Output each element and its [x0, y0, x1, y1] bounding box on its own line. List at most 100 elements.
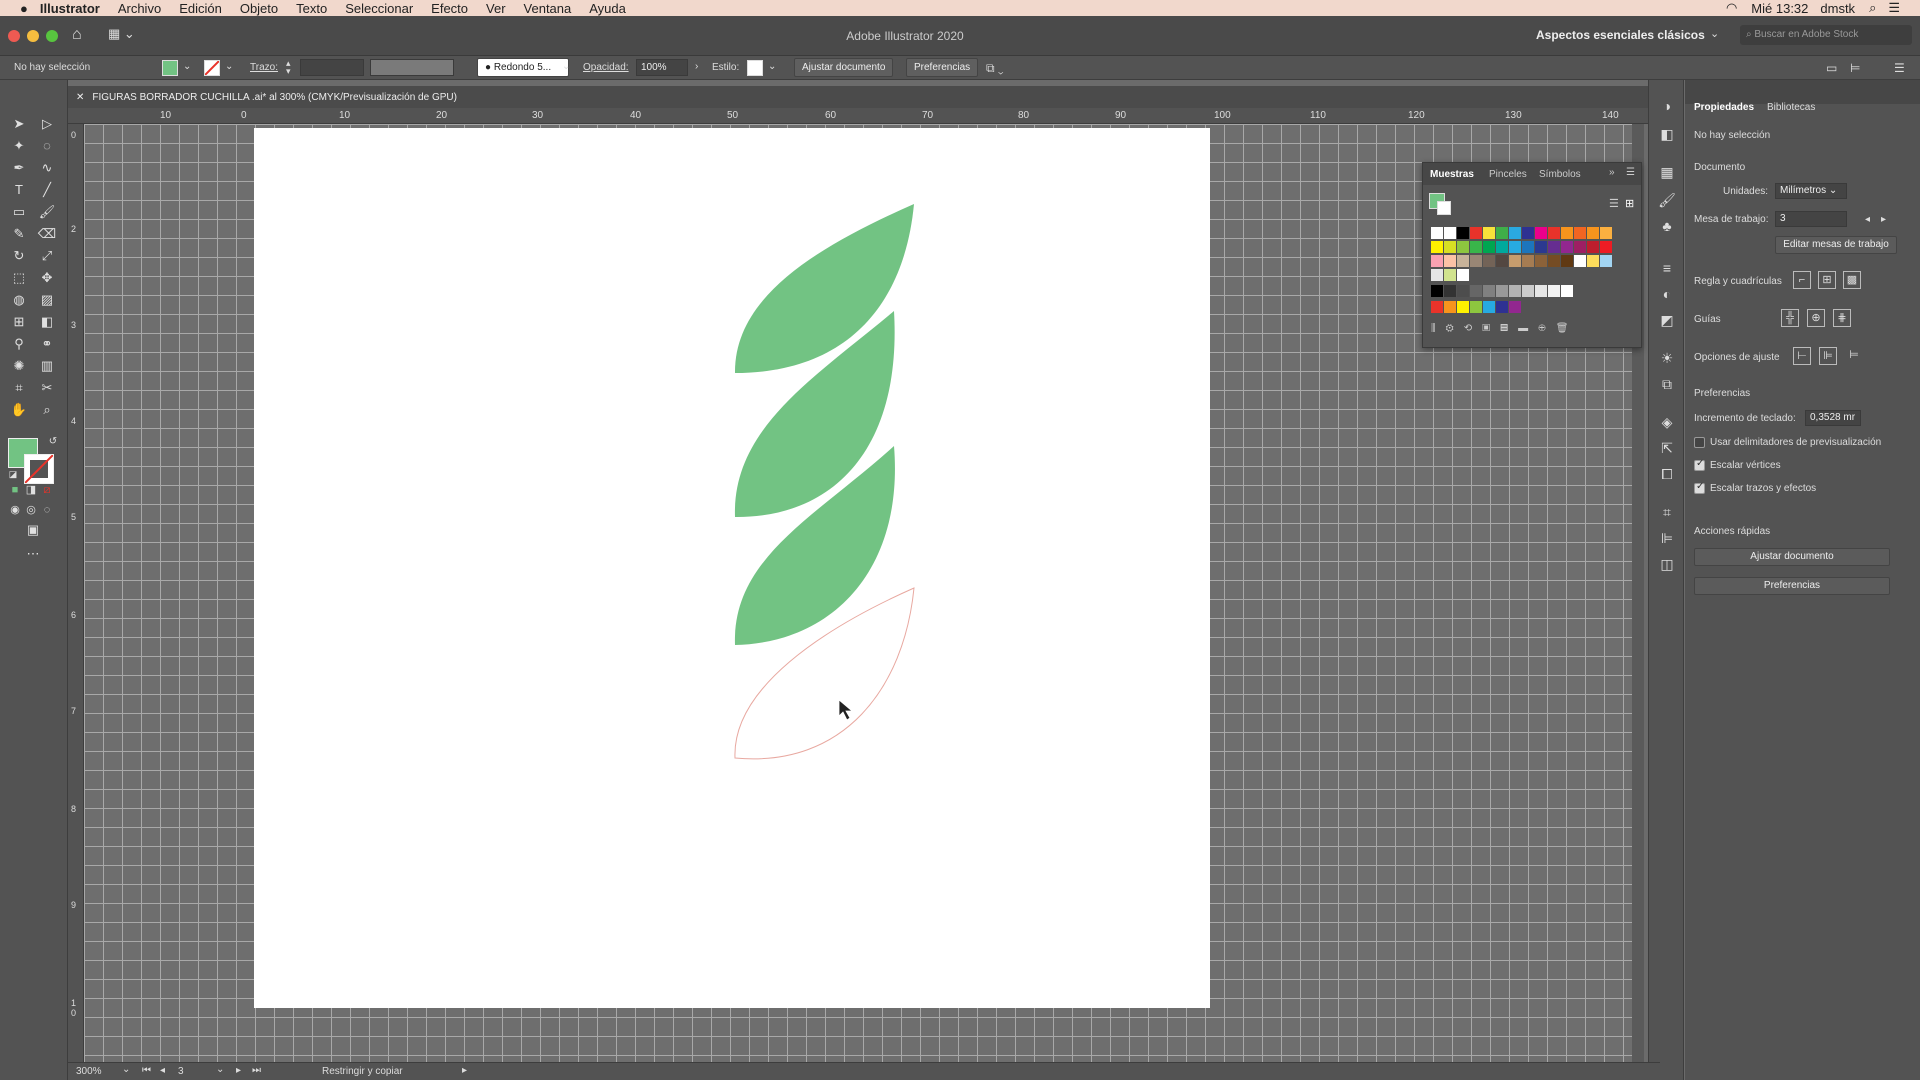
arrange-icon[interactable]: ⧉ ⌄ [986, 61, 1004, 76]
color-swatch[interactable] [1535, 241, 1547, 253]
tab-bibliotecas[interactable]: Bibliotecas [1767, 102, 1815, 113]
variable-width-profile[interactable] [370, 59, 454, 76]
puppet-warp-tool-icon[interactable]: ✥ [36, 268, 58, 288]
hand-tool-icon[interactable]: ✋ [8, 400, 30, 420]
artboard-number[interactable]: 3 [178, 1066, 184, 1077]
magic-wand-tool-icon[interactable]: ✦ [8, 136, 30, 156]
pathfinder-icon[interactable]: ◫ [1657, 554, 1677, 574]
lock-guides-icon[interactable]: ⊕ [1807, 309, 1825, 327]
color-swatch[interactable] [1444, 227, 1456, 239]
next-artboard-icon[interactable]: ▸ [1881, 214, 1886, 225]
status-arrow-icon[interactable]: ▸ [462, 1065, 467, 1076]
swatch-options-2-icon[interactable]: ▣ [1482, 323, 1500, 334]
type-tool-icon[interactable]: T [8, 180, 30, 200]
zoom-tool-icon[interactable]: ⌕ [36, 400, 58, 420]
gradient-panel-icon[interactable]: ◐ [1657, 284, 1677, 304]
color-swatch[interactable] [1535, 255, 1547, 267]
color-group-icon[interactable]: ⟲ [1464, 323, 1482, 334]
edit-toolbar-icon[interactable]: ⋯ [22, 544, 44, 564]
snap-glyph-icon[interactable]: ⊨ [1845, 347, 1863, 365]
color-swatch[interactable] [1587, 241, 1599, 253]
color-swatch[interactable] [1470, 301, 1482, 313]
color-swatch[interactable] [1548, 241, 1560, 253]
tab-simbolos[interactable]: Símbolos [1539, 169, 1581, 180]
pen-tool-icon[interactable]: ✒ [8, 158, 30, 178]
align-panel-icon[interactable]: ⊫ [1657, 528, 1677, 548]
stroke-stepper-icon[interactable]: ▴ ▾ [286, 59, 291, 76]
color-swatch[interactable] [1509, 227, 1521, 239]
draw-inside-icon[interactable]: ◌ [36, 500, 58, 520]
transform-icon[interactable]: ⊨ [1850, 61, 1860, 75]
color-swatch[interactable] [1509, 255, 1521, 267]
color-swatch[interactable] [1470, 241, 1482, 253]
rotate-tool-icon[interactable]: ↻ [8, 246, 30, 266]
stroke-chevron-icon[interactable]: ⌄ [225, 61, 233, 72]
color-swatch[interactable] [1561, 241, 1573, 253]
menu-seleccionar[interactable]: Seleccionar [345, 1, 413, 16]
zoom-chevron-icon[interactable]: ⌄ [122, 1064, 130, 1075]
clock[interactable]: Mié 13:32 [1751, 1, 1808, 16]
canvas-area[interactable] [84, 124, 1644, 1070]
panel-menu-icon[interactable]: ☰ [1626, 167, 1635, 178]
workspace-chevron-icon[interactable]: ⌄ [1710, 27, 1719, 40]
fill-chevron-icon[interactable]: ⌄ [183, 61, 191, 72]
color-swatch[interactable] [1522, 227, 1534, 239]
horizontal-ruler[interactable]: 10 0 10 20 30 40 50 60 70 80 90 100 110 120 130 140 [68, 108, 1660, 124]
opacity-label[interactable]: Opacidad: [583, 62, 629, 73]
snap-pixel-icon[interactable]: ⊫ [1819, 347, 1837, 365]
color-swatch[interactable] [1496, 255, 1508, 267]
line-tool-icon[interactable]: ╱ [36, 180, 58, 200]
color-swatch[interactable] [1431, 269, 1443, 281]
menu-ventana[interactable]: Ventana [524, 1, 572, 16]
menu-texto[interactable]: Texto [296, 1, 327, 16]
apple-menu-icon[interactable]: ● [20, 1, 28, 16]
color-swatch[interactable] [1548, 227, 1560, 239]
color-swatch[interactable] [1483, 227, 1495, 239]
color-swatch[interactable] [1444, 301, 1456, 313]
align-icon[interactable]: ▭ [1826, 61, 1837, 75]
color-swatch[interactable] [1444, 269, 1456, 281]
free-transform-tool-icon[interactable]: ⬚ [8, 268, 30, 288]
stroke-swatch[interactable] [204, 60, 220, 76]
eyedropper-tool-icon[interactable]: ⚲ [8, 334, 30, 354]
user-name[interactable]: dmstk [1820, 1, 1855, 16]
swatch-options-icon[interactable]: ⚙ [1446, 323, 1464, 334]
brush-chevron-icon[interactable]: ⌄ [562, 61, 570, 72]
color-swatch[interactable] [1509, 241, 1521, 253]
color-swatch[interactable] [1457, 255, 1469, 267]
opacity-input[interactable]: 100% [636, 59, 688, 76]
panel-collapse-icon[interactable]: » [1609, 167, 1615, 178]
smart-guides-icon[interactable]: ⋕ [1833, 309, 1851, 327]
blend-tool-icon[interactable]: ⚭ [36, 334, 58, 354]
color-swatch[interactable] [1470, 255, 1482, 267]
paintbrush-tool-icon[interactable]: 🖌 [36, 202, 58, 222]
tab-propiedades[interactable]: Propiedades [1694, 102, 1754, 113]
color-swatch[interactable] [1574, 241, 1586, 253]
direct-selection-tool-icon[interactable]: ▷ [36, 114, 58, 134]
menu-archivo[interactable]: Archivo [118, 1, 161, 16]
first-artboard-icon[interactable]: ⏮ [142, 1065, 151, 1076]
scale-strokes-checkbox[interactable] [1694, 481, 1705, 494]
vertical-ruler[interactable]: 0 2 3 4 5 6 7 8 9 1 0 [68, 124, 84, 1070]
color-swatch[interactable] [1574, 227, 1586, 239]
appearance-icon[interactable]: ☀ [1657, 348, 1677, 368]
menu-objeto[interactable]: Objeto [240, 1, 278, 16]
shaper-tool-icon[interactable]: ✎ [8, 224, 30, 244]
prev-artboard-icon[interactable]: ◂ [1865, 214, 1870, 225]
prev-artboard-nav-icon[interactable]: ◂ [160, 1065, 165, 1076]
color-swatch[interactable] [1470, 285, 1482, 297]
color-swatch[interactable] [1470, 227, 1482, 239]
artboard-select[interactable]: 3 [1775, 211, 1847, 227]
color-swatch[interactable] [1535, 227, 1547, 239]
notification-center-icon[interactable]: ☰ [1888, 0, 1900, 16]
symbol-sprayer-tool-icon[interactable]: ✺ [8, 356, 30, 376]
gradient-tool-icon[interactable]: ◧ [36, 312, 58, 332]
color-swatch[interactable] [1496, 285, 1508, 297]
color-swatch[interactable] [1483, 255, 1495, 267]
color-swatch[interactable] [1431, 227, 1443, 239]
menu-app-name[interactable]: Illustrator [40, 1, 100, 16]
screen-mode-icon[interactable]: ▣ [22, 520, 44, 540]
curvature-tool-icon[interactable]: ∿ [36, 158, 58, 178]
show-guides-icon[interactable]: ╬ [1781, 309, 1799, 327]
color-swatch[interactable] [1587, 227, 1599, 239]
